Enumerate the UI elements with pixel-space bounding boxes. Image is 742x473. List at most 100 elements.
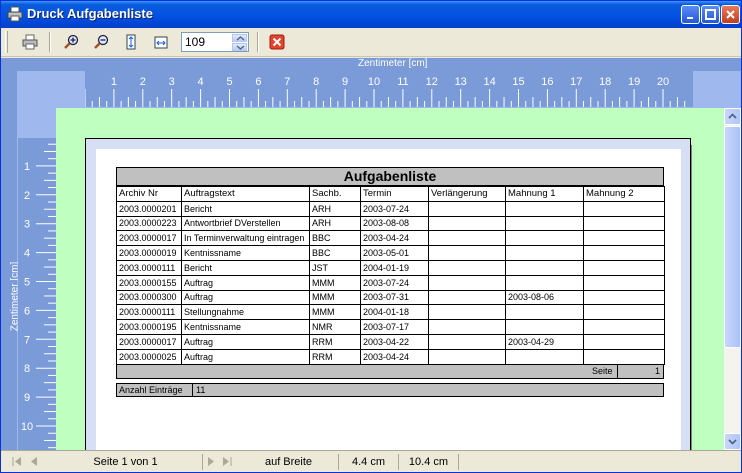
table-cell: Kentnissname: [181, 319, 310, 335]
horizontal-ruler-label: Zentimeter [cm]: [358, 58, 428, 69]
table-cell: 2003-04-29: [505, 333, 584, 350]
table-cell: 2003-08-08: [360, 215, 429, 232]
scroll-down-button[interactable]: [724, 433, 741, 450]
ruler-number: 20: [657, 76, 669, 88]
column-header: Mahnung 2: [583, 186, 665, 202]
table-cell: [505, 348, 584, 365]
table-cell: [505, 319, 584, 335]
entry-count-row: Anzahl Einträge 11: [116, 382, 664, 397]
horizontal-ruler-band: Zentimeter [cm]: [1, 58, 741, 71]
ruler-number: 5: [24, 277, 30, 289]
table-cell: MMM: [309, 289, 361, 306]
table-cell: In Terminverwaltung eintragen: [181, 230, 310, 247]
table-cell: 2003.0000017: [116, 230, 182, 247]
table-cell: Stellungnahme: [181, 304, 310, 321]
table-cell: 2003-07-31: [360, 289, 429, 306]
ruler-number: 3: [24, 219, 30, 231]
ruler-number: 7: [24, 334, 30, 346]
ruler-number: 12: [426, 76, 438, 88]
scroll-up-button[interactable]: [724, 108, 741, 125]
close-window-button[interactable]: [721, 5, 740, 24]
ruler-number: 14: [483, 76, 495, 88]
table-cell: BBC: [309, 230, 361, 247]
vertical-scrollbar[interactable]: [724, 108, 741, 450]
next-page-icon[interactable]: [206, 457, 216, 466]
column-header: Termin: [360, 186, 429, 202]
table-cell: [583, 259, 665, 276]
table-cell: [583, 230, 665, 247]
preview-area[interactable]: Zentimeter [cm] 1 2 3 4 5 6 7 8 9 10 11 12 13 14 15 16 1…: [1, 58, 741, 450]
fit-width-button[interactable]: [149, 31, 173, 53]
close-preview-button[interactable]: [265, 31, 289, 53]
table-cell: NMR: [309, 319, 361, 335]
fit-height-icon: [126, 34, 136, 50]
minimize-button[interactable]: [681, 5, 700, 24]
report-table: Archiv Nr Auftragstext Sachb. Termin Verläng…: [116, 186, 665, 365]
minimize-icon: [687, 17, 693, 19]
table-cell: Auftrag: [181, 333, 310, 350]
table-cell: [428, 348, 506, 365]
table-row: 2003.0000025 Auftrag RRM 2003-04-24: [116, 348, 665, 365]
ruler-number: 18: [599, 76, 611, 88]
maximize-icon: [705, 9, 716, 20]
zoom-value: 109: [185, 35, 206, 49]
zoom-input[interactable]: 109: [181, 32, 249, 52]
table-row: 2003.0000223 Antwortbrief DVerstellen ARH 2…: [116, 215, 665, 232]
table-cell: 2003.0000025: [116, 348, 182, 365]
zoom-up-button[interactable]: [232, 34, 247, 42]
table-row: 2003.0000111 Bericht JST 2004-01-19: [116, 259, 665, 276]
table-cell: 2003-07-24: [360, 274, 429, 291]
chevron-up-icon: [728, 113, 737, 119]
ruler-number: 6: [24, 305, 30, 317]
last-page-icon[interactable]: [221, 457, 233, 466]
table-cell: [505, 274, 584, 291]
ruler-number: 1: [111, 76, 117, 88]
table-cell: [428, 274, 506, 291]
ruler-number: 5: [226, 76, 232, 88]
table-header-row: Archiv Nr Auftragstext Sachb. Termin Verläng…: [116, 186, 665, 202]
table-row: 2003.0000019 Kentnissname BBC 2003-05-01: [116, 245, 665, 261]
zoom-down-button[interactable]: [232, 43, 247, 51]
column-header: Verlängerung: [428, 186, 506, 202]
table-cell: [505, 230, 584, 247]
ruler-number: 1: [24, 161, 30, 173]
ruler-number: 6: [255, 76, 261, 88]
table-cell: 2003.0000111: [116, 304, 182, 321]
first-page-icon[interactable]: [11, 457, 23, 466]
table-cell: [583, 245, 665, 261]
ruler-number: 7: [284, 76, 290, 88]
ruler-number: 8: [313, 76, 319, 88]
table-cell: 2003.0000111: [116, 259, 182, 276]
print-button[interactable]: [18, 31, 42, 53]
zoom-in-icon: [64, 34, 79, 49]
ruler-number: 19: [628, 76, 640, 88]
table-cell: [583, 348, 665, 365]
table-cell: Auftrag: [181, 348, 310, 365]
maximize-button[interactable]: [701, 5, 720, 24]
ruler-number: 16: [541, 76, 553, 88]
column-header: Sachb.: [309, 186, 361, 202]
zoom-in-button[interactable]: [59, 31, 83, 53]
chevron-up-icon: [236, 36, 245, 41]
table-cell: [428, 333, 506, 350]
fit-height-button[interactable]: [119, 31, 143, 53]
table-cell: [583, 215, 665, 232]
table-cell: Auftrag: [181, 289, 310, 306]
table-row: 2003.0000201 Bericht ARH 2003-07-24: [116, 200, 665, 217]
zoom-out-button[interactable]: [89, 31, 113, 53]
scroll-thumb[interactable]: [724, 126, 741, 348]
vertical-ruler: 1 2 3 4 5 6 7 8 9 10: [18, 136, 56, 450]
fit-width-icon: [154, 36, 168, 49]
table-row: 2003.0000017 In Terminverwaltung eintrage…: [116, 230, 665, 247]
previous-page-icon[interactable]: [29, 457, 39, 466]
fit-mode: auf Breite: [239, 454, 339, 470]
table-cell: [428, 319, 506, 335]
toolbar-grip[interactable]: [5, 31, 8, 53]
footer-divider: [617, 363, 618, 378]
table-cell: [583, 200, 665, 217]
title-bar[interactable]: Druck Aufgabenliste: [1, 1, 741, 28]
table-cell: Kentnissname: [181, 245, 310, 261]
table-cell: Bericht: [181, 200, 310, 217]
ruler-number: 4: [198, 76, 204, 88]
table-cell: 2004-01-19: [360, 259, 429, 276]
